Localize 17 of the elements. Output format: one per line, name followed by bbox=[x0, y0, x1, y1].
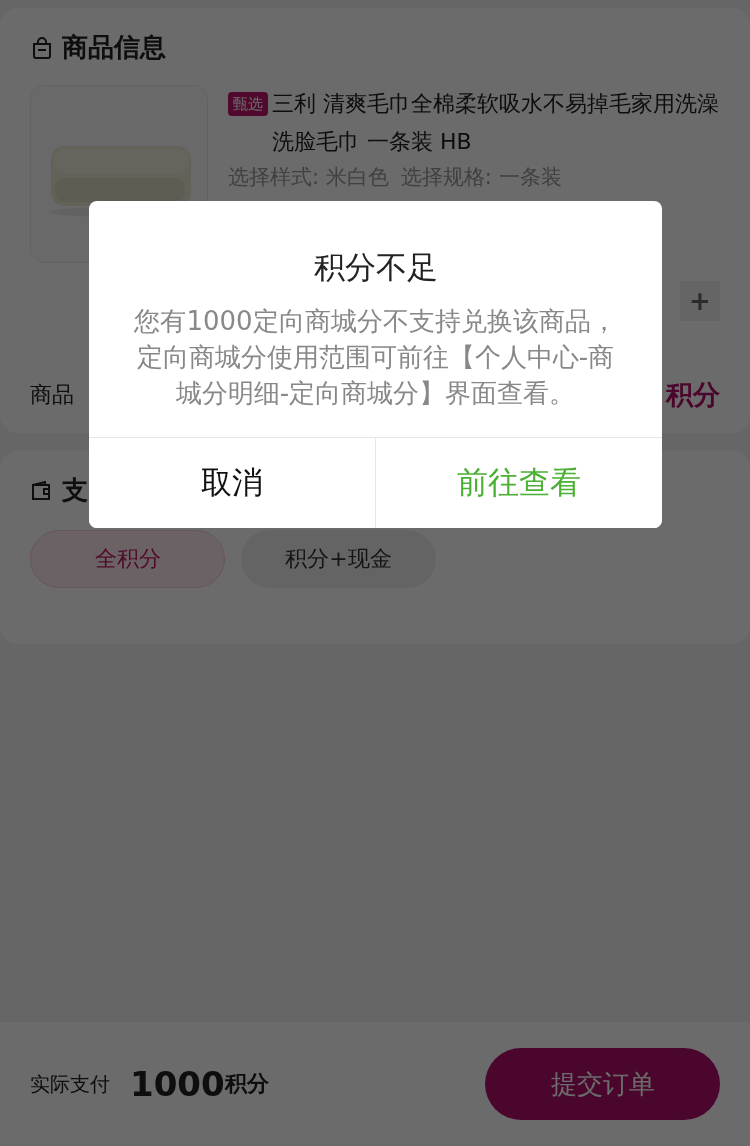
product-name: 三利 清爽毛巾全棉柔软吸水不易掉毛家用洗澡洗脸毛巾 一条装 HB bbox=[272, 90, 720, 156]
total-value: 积分 bbox=[666, 378, 720, 412]
dialog-title: 积分不足 bbox=[312, 248, 439, 287]
bag-icon bbox=[30, 35, 54, 60]
section-title: 支 bbox=[62, 474, 88, 507]
tag-badge: 甄选 bbox=[228, 92, 268, 116]
payment-option[interactable]: 全积分 bbox=[30, 530, 225, 588]
dialog-message: 您有1000定向商城分不支持兑换该商品，定向商城分使用范围可前往【个人中心-商城分明细-定向商城分】界面查看。 bbox=[133, 305, 618, 410]
total-label: 商品 bbox=[30, 381, 74, 409]
points-unit: 积分 bbox=[224, 1070, 269, 1098]
increment-button[interactable]: + bbox=[680, 281, 720, 321]
points-amount: 1000 bbox=[130, 1064, 225, 1104]
submit-button[interactable]: 提交订单 bbox=[485, 1048, 720, 1120]
pay-label: 实际支付 bbox=[30, 1070, 110, 1098]
section-title: 商品信息 bbox=[62, 31, 166, 64]
confirm-button[interactable]: 前往查看 bbox=[375, 438, 662, 528]
payment-option[interactable]: 积分+现金 bbox=[241, 530, 436, 588]
